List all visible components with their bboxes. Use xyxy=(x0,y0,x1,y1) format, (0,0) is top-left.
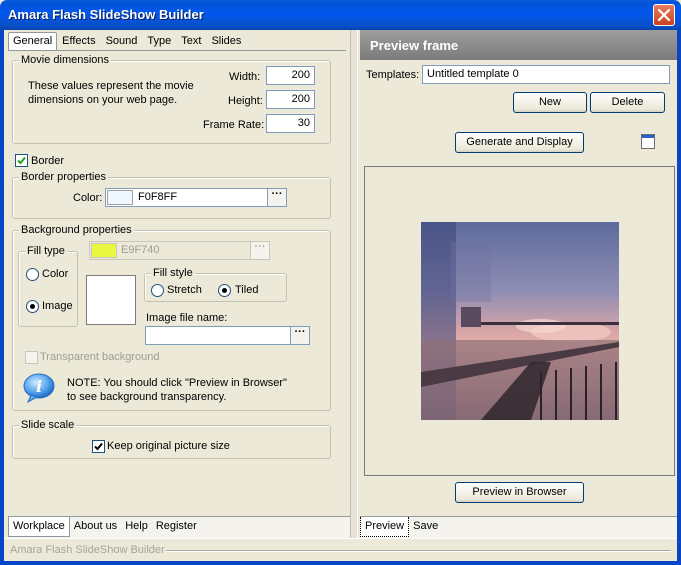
background-image-thumbnail xyxy=(86,275,136,325)
fillstyle-stretch-radio[interactable] xyxy=(151,284,164,297)
fill-type-legend: Fill type xyxy=(25,245,67,257)
new-template-button[interactable]: New xyxy=(513,92,587,113)
fill-style-legend: Fill style xyxy=(151,267,195,279)
transparent-background-label: Transparent background xyxy=(40,351,160,363)
image-file-field[interactable] xyxy=(145,326,292,345)
framerate-label: Frame Rate: xyxy=(203,119,265,131)
close-icon xyxy=(658,9,670,21)
border-color-label: Color: xyxy=(73,192,103,204)
tab-effects[interactable]: Effects xyxy=(57,32,100,51)
window-frame-bottom xyxy=(0,561,681,565)
preview-photo xyxy=(421,222,619,420)
info-icon: i xyxy=(23,373,56,404)
tab-sound[interactable]: Sound xyxy=(101,32,143,51)
bottom-tabs-left: Workplace About us Help Register xyxy=(8,516,350,538)
framerate-field[interactable]: 30 xyxy=(266,114,315,133)
template-field[interactable]: Untitled template 0 xyxy=(422,65,670,84)
filltype-color-label: Color xyxy=(42,268,69,280)
delete-template-button[interactable]: Delete xyxy=(590,92,665,113)
status-text: Amara Flash SlideShow Builder xyxy=(10,544,165,556)
preview-header-title: Preview frame xyxy=(370,38,459,53)
background-properties-legend: Background properties xyxy=(19,224,134,236)
background-color-browse-button[interactable]: ··· xyxy=(250,241,270,260)
border-color-browse-button[interactable]: ··· xyxy=(267,188,287,207)
tab-workplace[interactable]: Workplace xyxy=(8,517,70,537)
preview-in-browser-button[interactable]: Preview in Browser xyxy=(455,482,584,503)
keep-original-size-checkbox[interactable] xyxy=(92,440,105,453)
tab-text[interactable]: Text xyxy=(176,32,206,51)
filltype-color-radio[interactable] xyxy=(26,268,39,281)
window-title: Amara Flash SlideShow Builder xyxy=(8,7,204,22)
background-color-swatch xyxy=(91,243,117,258)
border-color-swatch xyxy=(107,190,133,205)
height-field[interactable]: 200 xyxy=(266,90,315,109)
border-properties-legend: Border properties xyxy=(19,171,108,183)
generate-display-button[interactable]: Generate and Display xyxy=(455,132,584,153)
keep-original-size-label: Keep original picture size xyxy=(107,440,230,452)
tab-about-us[interactable]: About us xyxy=(70,517,121,537)
movie-description-line1: These values represent the movie xyxy=(28,80,194,92)
note-line1: NOTE: You should click "Preview in Brows… xyxy=(67,377,287,389)
slide-scale-legend: Slide scale xyxy=(19,419,77,431)
tab-type[interactable]: Type xyxy=(142,32,176,51)
svg-text:i: i xyxy=(36,377,42,396)
panel-splitter[interactable] xyxy=(350,30,358,538)
tab-slides[interactable]: Slides xyxy=(206,32,246,51)
window-frame-right xyxy=(677,30,681,565)
movie-description-line2: dimensions on your web page. xyxy=(28,94,178,106)
tab-save[interactable]: Save xyxy=(409,517,442,537)
tab-preview[interactable]: Preview xyxy=(360,517,410,537)
window-frame-left xyxy=(0,30,4,565)
fillstyle-tiled-label: Tiled xyxy=(235,284,259,296)
fill-type-group xyxy=(18,251,78,327)
movie-dimensions-legend: Movie dimensions xyxy=(19,54,112,66)
note-line2: to see background transparency. xyxy=(67,391,227,403)
bottom-tabs-right: Preview Save xyxy=(360,516,677,538)
transparent-background-checkbox[interactable] xyxy=(25,351,38,364)
image-file-label: Image file name: xyxy=(146,312,228,324)
fillstyle-stretch-label: Stretch xyxy=(167,284,202,296)
image-file-browse-button[interactable]: ··· xyxy=(290,326,310,345)
window-icon[interactable] xyxy=(641,134,655,149)
settings-tabs: General Effects Sound Type Text Slides xyxy=(8,32,246,51)
width-label: Width: xyxy=(229,71,261,83)
status-separator xyxy=(166,550,671,552)
tab-help[interactable]: Help xyxy=(121,517,152,537)
check-icon xyxy=(94,442,103,451)
tab-general[interactable]: General xyxy=(8,32,58,51)
tab-register[interactable]: Register xyxy=(152,517,201,537)
height-label: Height: xyxy=(228,95,263,107)
close-button[interactable] xyxy=(653,4,675,26)
border-checkbox-label: Border xyxy=(31,155,65,167)
fillstyle-tiled-radio[interactable] xyxy=(218,284,231,297)
border-checkbox[interactable] xyxy=(15,154,28,167)
filltype-image-label: Image xyxy=(42,300,73,312)
width-field[interactable]: 200 xyxy=(266,66,315,85)
filltype-image-radio[interactable] xyxy=(26,300,39,313)
check-icon xyxy=(17,156,26,165)
templates-label: Templates: xyxy=(366,69,420,81)
preview-header: Preview frame xyxy=(360,30,677,60)
